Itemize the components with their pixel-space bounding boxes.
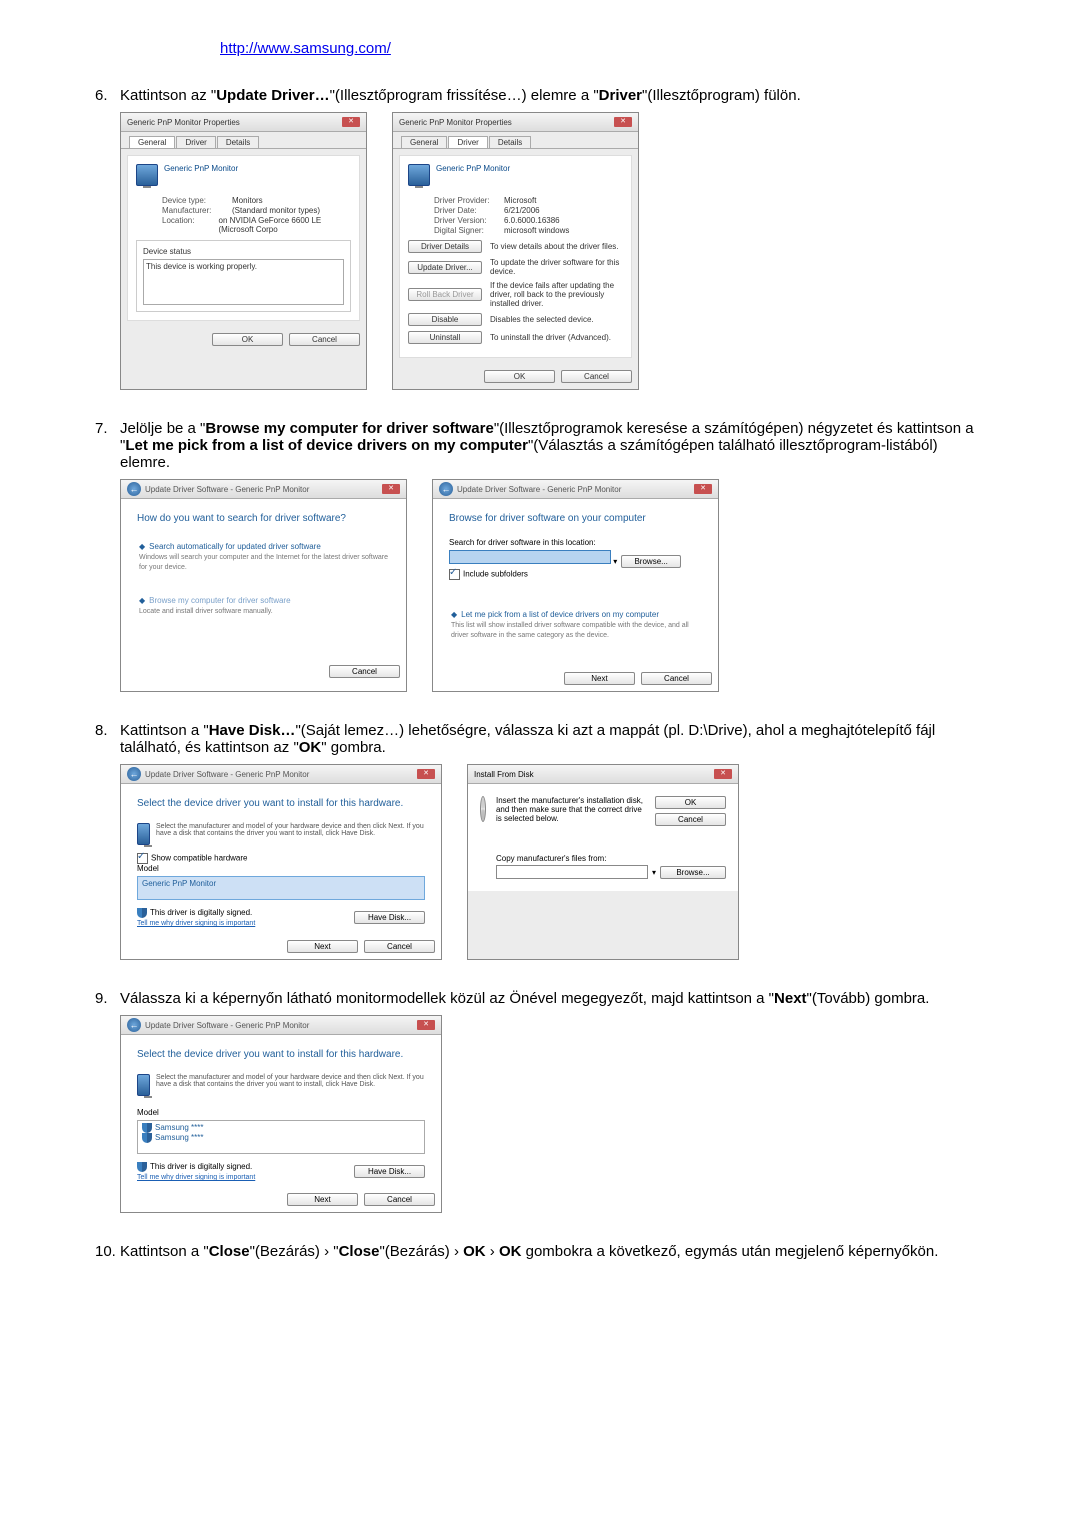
back-icon[interactable]: ← — [439, 482, 453, 496]
include-subfolders-checkbox[interactable] — [449, 569, 460, 580]
monitor-icon — [136, 164, 158, 186]
step-number: 6. — [95, 87, 108, 104]
tab-general[interactable]: General — [129, 136, 175, 148]
step-text: Kattintson a "Close"(Bezárás) › "Close"(… — [120, 1243, 938, 1260]
step-text: Kattintson a "Have Disk…"(Saját lemez…) … — [120, 722, 935, 756]
shield-icon — [137, 908, 147, 918]
step-text: Válassza ki a képernyőn látható monitorm… — [120, 990, 929, 1007]
close-icon[interactable]: ✕ — [614, 117, 632, 127]
have-disk-button[interactable]: Have Disk... — [354, 1165, 425, 1178]
next-button[interactable]: Next — [564, 672, 635, 685]
option-auto-search[interactable]: ◆Search automatically for updated driver… — [137, 538, 390, 576]
model-list[interactable]: Generic PnP Monitor — [137, 876, 425, 900]
step-7: 7. Jelölje be a "Browse my computer for … — [120, 420, 980, 692]
close-icon[interactable]: ✕ — [382, 484, 400, 494]
step-text: Jelölje be a "Browse my computer for dri… — [120, 420, 974, 471]
back-icon[interactable]: ← — [127, 1018, 141, 1032]
step-number: 7. — [95, 420, 108, 437]
rollback-driver-button[interactable]: Roll Back Driver — [408, 288, 482, 301]
close-icon[interactable]: ✕ — [694, 484, 712, 494]
driver-details-button[interactable]: Driver Details — [408, 240, 482, 253]
back-icon[interactable]: ← — [127, 767, 141, 781]
back-icon[interactable]: ← — [127, 482, 141, 496]
monitor-icon — [137, 1074, 150, 1096]
dialog-titlebar: Generic PnP Monitor Properties ✕ — [121, 113, 366, 132]
monitor-icon — [137, 823, 150, 845]
monitor-label: Generic PnP Monitor — [164, 164, 238, 173]
shield-icon — [142, 1133, 152, 1143]
model-label: Model — [137, 1108, 425, 1117]
properties-driver-dialog: Generic PnP Monitor Properties ✕ General… — [392, 112, 639, 390]
signing-info-link[interactable]: Tell me why driver signing is important — [137, 1174, 255, 1181]
update-wizard-browse: ←Update Driver Software - Generic PnP Mo… — [432, 479, 719, 692]
cancel-button[interactable]: Cancel — [655, 813, 726, 826]
close-icon[interactable]: ✕ — [417, 769, 435, 779]
option-let-me-pick[interactable]: ◆Let me pick from a list of device drive… — [449, 606, 702, 644]
shield-icon — [142, 1123, 152, 1133]
disable-button[interactable]: Disable — [408, 313, 482, 326]
close-icon[interactable]: ✕ — [714, 769, 732, 779]
step-number: 8. — [95, 722, 108, 739]
cancel-button[interactable]: Cancel — [289, 333, 360, 346]
show-compatible-checkbox[interactable] — [137, 853, 148, 864]
disk-icon — [480, 796, 486, 822]
wizard-subtext: Select the manufacturer and model of you… — [156, 1074, 425, 1088]
browse-button[interactable]: Browse... — [660, 866, 726, 879]
cancel-button[interactable]: Cancel — [329, 665, 400, 678]
wizard-heading: Browse for driver software on your compu… — [449, 513, 702, 524]
wizard-heading: Select the device driver you want to ins… — [137, 1049, 425, 1060]
uninstall-button[interactable]: Uninstall — [408, 331, 482, 344]
update-driver-button[interactable]: Update Driver... — [408, 261, 482, 274]
install-from-disk-dialog: Install From Disk ✕ Insert the manufactu… — [467, 764, 739, 960]
next-button[interactable]: Next — [287, 1193, 358, 1206]
next-button[interactable]: Next — [287, 940, 358, 953]
select-driver-wizard-models: ←Update Driver Software - Generic PnP Mo… — [120, 1015, 442, 1213]
tab-driver[interactable]: Driver — [448, 136, 487, 148]
tab-general[interactable]: General — [401, 136, 447, 148]
signing-info-link[interactable]: Tell me why driver signing is important — [137, 920, 255, 927]
wizard-heading: How do you want to search for driver sof… — [137, 513, 390, 524]
properties-general-dialog: Generic PnP Monitor Properties ✕ General… — [120, 112, 367, 390]
step-9: 9. Válassza ki a képernyőn látható monit… — [120, 990, 980, 1213]
samsung-url[interactable]: http://www.samsung.com/ — [220, 40, 980, 57]
have-disk-button[interactable]: Have Disk... — [354, 911, 425, 924]
monitor-icon — [408, 164, 430, 186]
model-label: Model — [137, 864, 425, 873]
wizard-subtext: Select the manufacturer and model of you… — [156, 823, 425, 837]
cancel-button[interactable]: Cancel — [561, 370, 632, 383]
copy-path-input[interactable] — [496, 865, 648, 879]
update-wizard-search: ←Update Driver Software - Generic PnP Mo… — [120, 479, 407, 692]
cancel-button[interactable]: Cancel — [364, 940, 435, 953]
step-text: Kattintson az "Update Driver…"(Illesztőp… — [120, 87, 801, 104]
copy-from-label: Copy manufacturer's files from: — [496, 854, 726, 863]
option-browse-computer[interactable]: ◆Browse my computer for driver software … — [137, 592, 390, 620]
close-icon[interactable]: ✕ — [342, 117, 360, 127]
step-6: 6. Kattintson az "Update Driver…"(Illesz… — [120, 87, 980, 390]
device-status-group: Device status This device is working pro… — [136, 240, 351, 312]
close-icon[interactable]: ✕ — [417, 1020, 435, 1030]
tab-driver[interactable]: Driver — [176, 136, 215, 148]
ok-button[interactable]: OK — [655, 796, 726, 809]
install-message: Insert the manufacturer's installation d… — [496, 796, 649, 826]
step-number: 9. — [95, 990, 108, 1007]
browse-button[interactable]: Browse... — [621, 555, 680, 568]
step-number: 10. — [95, 1243, 116, 1260]
location-input[interactable] — [449, 550, 611, 564]
cancel-button[interactable]: Cancel — [641, 672, 712, 685]
ok-button[interactable]: OK — [212, 333, 283, 346]
location-label: Search for driver software in this locat… — [449, 538, 702, 547]
wizard-heading: Select the device driver you want to ins… — [137, 798, 425, 809]
select-driver-wizard: ←Update Driver Software - Generic PnP Mo… — [120, 764, 442, 960]
shield-icon — [137, 1162, 147, 1172]
monitor-label: Generic PnP Monitor — [436, 164, 510, 173]
ok-button[interactable]: OK — [484, 370, 555, 383]
cancel-button[interactable]: Cancel — [364, 1193, 435, 1206]
step-10: 10. Kattintson a "Close"(Bezárás) › "Clo… — [120, 1243, 980, 1260]
model-list[interactable]: Samsung **** Samsung **** — [137, 1120, 425, 1154]
dialog-titlebar: Generic PnP Monitor Properties ✕ — [393, 113, 638, 132]
tab-details[interactable]: Details — [217, 136, 259, 148]
tab-details[interactable]: Details — [489, 136, 531, 148]
step-8: 8. Kattintson a "Have Disk…"(Saját lemez… — [120, 722, 980, 960]
